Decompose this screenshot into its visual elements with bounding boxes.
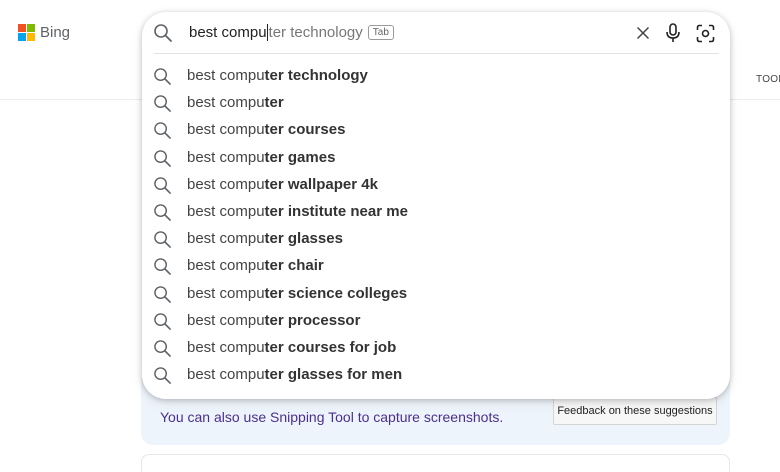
- clear-search-button[interactable]: [632, 22, 654, 44]
- brand-name: Bing: [40, 24, 71, 41]
- suggestion-typed-part: best compu: [187, 366, 265, 384]
- suggestion-item[interactable]: best computer: [142, 90, 730, 117]
- suggestion-typed-part: best compu: [187, 202, 265, 220]
- suggestion-label: best computer glasses for men: [187, 366, 402, 383]
- search-icon: [154, 68, 171, 85]
- suggestion-typed-part: best compu: [187, 338, 265, 356]
- microsoft-logo-icon: [18, 24, 35, 41]
- suggestion-completion-part: ter glasses: [264, 230, 343, 248]
- microphone-icon: [666, 23, 680, 42]
- snipping-tool-hint: You can also use Snipping Tool to captur…: [160, 409, 504, 425]
- suggestion-typed-part: best compu: [187, 284, 265, 302]
- suggestion-label: best computer games: [187, 149, 335, 166]
- suggestion-list: best computer technology best computer b…: [142, 63, 730, 389]
- suggestion-item[interactable]: best computer chair: [142, 253, 730, 280]
- suggestion-item[interactable]: best computer technology: [142, 63, 730, 90]
- tab-tools[interactable]: TOOL: [756, 74, 780, 85]
- suggestion-label: best computer chair: [187, 257, 324, 274]
- suggestion-typed-part: best compu: [187, 230, 265, 248]
- search-icon: [154, 122, 171, 140]
- suggestion-label: best computer wallpaper 4k: [187, 176, 378, 193]
- suggestion-typed-part: best compu: [187, 67, 265, 84]
- suggestion-completion-part: ter science colleges: [264, 284, 408, 302]
- results-card: [141, 454, 730, 472]
- search-icon: [154, 258, 171, 276]
- suggestion-item[interactable]: best computer games: [142, 145, 730, 172]
- suggestion-completion-part: ter chair: [264, 257, 324, 275]
- visual-search-icon: [696, 24, 714, 42]
- suggestion-label: best computer processor: [187, 312, 360, 329]
- search-icon: [154, 285, 171, 303]
- suggestion-item[interactable]: best computer wallpaper 4k: [142, 172, 730, 199]
- suggestion-label: best computer courses: [187, 121, 345, 138]
- search-icon: [154, 149, 171, 167]
- suggestion-typed-part: best compu: [187, 94, 265, 112]
- suggestion-item[interactable]: best computer glasses: [142, 226, 730, 253]
- suggestion-item[interactable]: best computer institute near me: [142, 199, 730, 226]
- suggestion-typed-part: best compu: [187, 257, 265, 275]
- search-icon: [154, 95, 171, 113]
- search-icon: [154, 340, 171, 357]
- search-input-typed: best compu: [189, 24, 267, 41]
- suggestion-completion-part: ter processor: [264, 311, 361, 329]
- search-bar[interactable]: best compu ter technology Tab: [142, 12, 730, 54]
- feedback-button[interactable]: Feedback on these suggestions: [553, 397, 717, 425]
- suggestion-completion-part: ter games: [264, 148, 336, 166]
- suggestion-label: best computer technology: [187, 67, 368, 84]
- suggestion-label: best computer courses for job: [187, 339, 396, 356]
- suggestion-item[interactable]: best computer courses for job: [142, 335, 730, 362]
- search-input-autocomplete: ter technology: [268, 24, 363, 41]
- suggestion-item[interactable]: best computer glasses for men: [142, 362, 730, 389]
- suggestion-typed-part: best compu: [187, 121, 265, 139]
- suggestion-completion-part: ter glasses for men: [264, 366, 403, 384]
- suggestion-completion-part: ter courses: [264, 121, 346, 139]
- suggestion-label: best computer science colleges: [187, 285, 407, 302]
- suggestion-item[interactable]: best computer courses: [142, 117, 730, 144]
- suggestion-item[interactable]: best computer processor: [142, 308, 730, 335]
- suggestion-completion-part: ter institute near me: [264, 202, 408, 220]
- suggestion-typed-part: best compu: [187, 175, 265, 193]
- search-icon: [154, 312, 171, 330]
- search-icon: [154, 204, 171, 221]
- close-icon: [636, 26, 650, 40]
- visual-search-button[interactable]: [694, 22, 716, 44]
- search-icon: [154, 231, 171, 249]
- suggestion-completion-part: ter wallpaper 4k: [264, 175, 378, 193]
- suggestion-completion-part: ter technology: [264, 67, 368, 84]
- suggestion-typed-part: best compu: [187, 311, 265, 329]
- suggestion-typed-part: best compu: [187, 148, 265, 166]
- suggestion-label: best computer glasses: [187, 230, 343, 247]
- search-icon: [154, 176, 171, 194]
- search-input[interactable]: best compu ter technology Tab: [189, 24, 394, 41]
- suggestion-label: best computer: [187, 94, 284, 111]
- suggestion-completion-part: ter: [264, 94, 284, 112]
- search-icon[interactable]: [153, 23, 173, 43]
- suggestion-item[interactable]: best computer science colleges: [142, 281, 730, 308]
- suggestion-completion-part: ter courses for job: [264, 338, 397, 356]
- voice-search-button[interactable]: [662, 22, 684, 44]
- tab-key-hint: Tab: [367, 25, 394, 40]
- search-icon: [154, 367, 171, 384]
- suggestion-label: best computer institute near me: [187, 203, 408, 220]
- search-suggestions-popup: best compu ter technology Tab best compu…: [142, 12, 730, 399]
- bing-logo[interactable]: Bing: [18, 24, 70, 41]
- search-bar-divider: [154, 53, 719, 54]
